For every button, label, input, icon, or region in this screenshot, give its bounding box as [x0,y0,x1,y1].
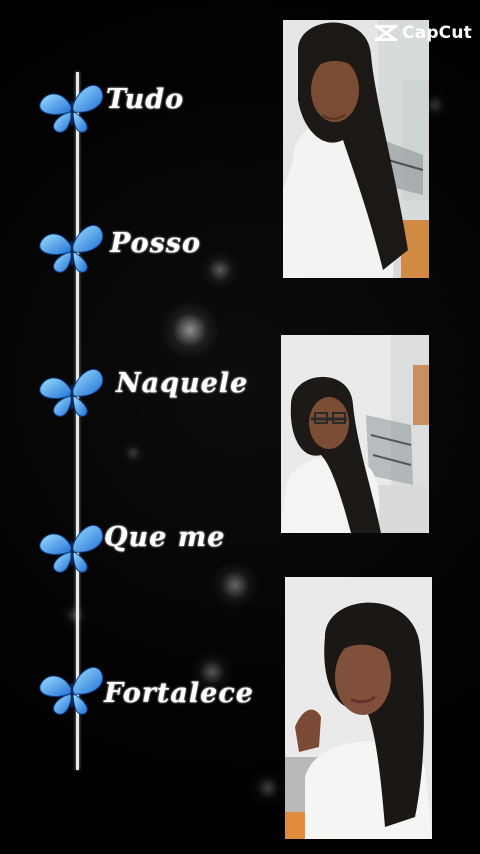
step-label: Que me [104,522,226,553]
bokeh-sparkle [60,600,90,630]
timeline-step-5: Fortalece [30,656,270,726]
step-label: Tudo [106,84,185,115]
capcut-watermark: CapCut [374,22,472,44]
capcut-logo-icon [374,24,397,42]
blue-butterfly-icon [39,84,104,133]
photo-1 [283,20,429,278]
photo-3 [285,577,432,839]
timeline-step-2: Posso [30,214,270,284]
bokeh-sparkle [120,440,146,466]
blue-butterfly-icon [39,666,104,715]
step-label: Naquele [116,368,249,399]
watermark-text: CapCut [401,23,472,43]
timeline-step-4: Que me [30,514,270,584]
bokeh-sparkle [160,300,220,360]
photo-2 [281,335,429,533]
step-label: Posso [110,228,201,259]
blue-butterfly-icon [39,368,104,417]
step-label: Fortalece [104,678,254,709]
timeline-step-1: Tudo [30,74,270,144]
timeline-step-3: Naquele [30,358,270,428]
blue-butterfly-icon [39,524,104,573]
bokeh-sparkle [250,770,286,806]
blue-butterfly-icon [39,224,104,273]
video-frame: Tudo Posso Naquele Que me Fortalece CapC… [0,0,480,854]
